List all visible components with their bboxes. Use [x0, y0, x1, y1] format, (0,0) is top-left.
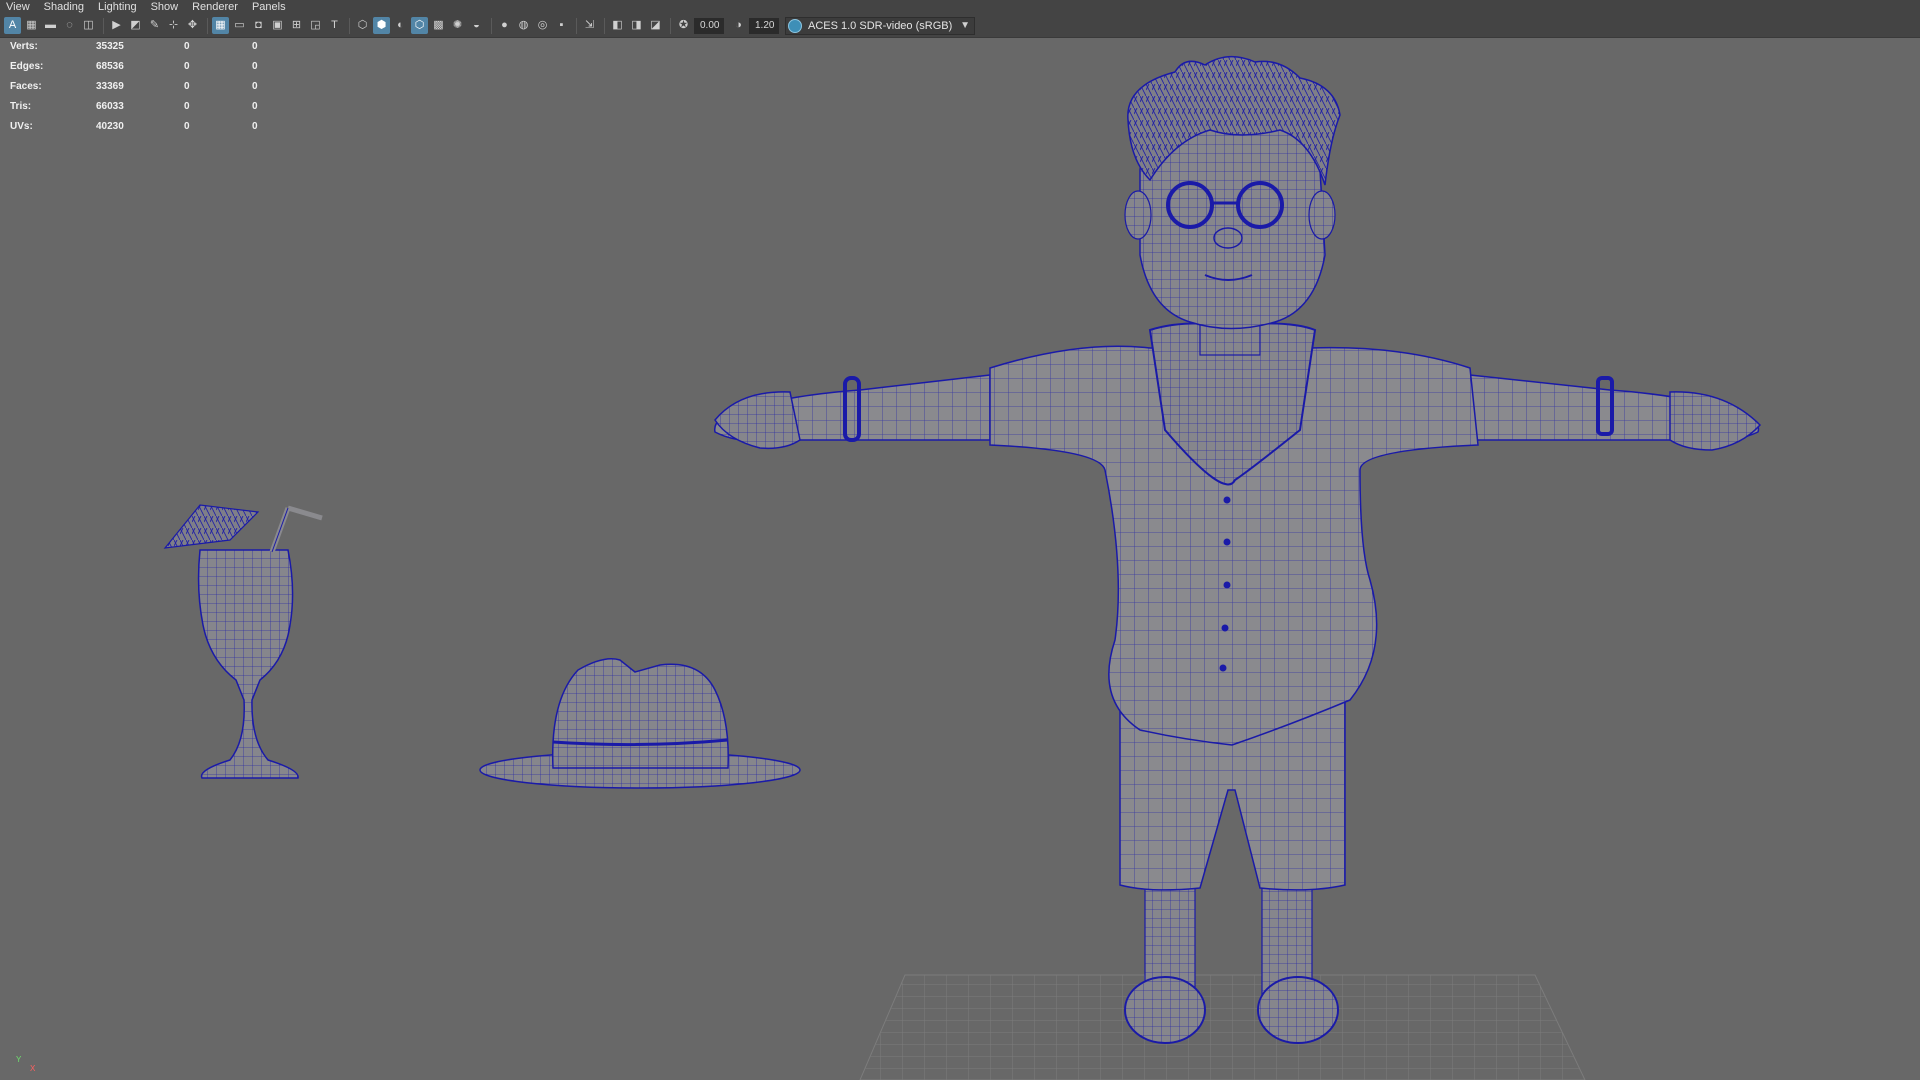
xray-joints-icon[interactable]: ◨ — [628, 17, 645, 34]
wireframe-icon[interactable]: ⬡ — [354, 17, 371, 34]
bookmark-icon[interactable]: ▬ — [42, 17, 59, 34]
xray-components-icon[interactable]: ◪ — [647, 17, 664, 34]
exposure-icon[interactable]: ✪ — [675, 17, 692, 34]
camera-attributes-icon[interactable]: ▦ — [23, 17, 40, 34]
shadows-icon[interactable]: ◒ — [468, 17, 485, 34]
toolbar-divider — [604, 17, 605, 34]
gamma-field[interactable]: 1.20 — [749, 17, 779, 34]
menu-panels[interactable]: Panels — [245, 0, 293, 14]
toolbar-divider — [491, 17, 492, 34]
move-pivot-icon[interactable]: ⊹ — [165, 17, 182, 34]
menu-renderer[interactable]: Renderer — [185, 0, 245, 14]
view-axis-gizmo: Y X — [16, 1055, 35, 1073]
select-camera-icon[interactable]: A — [4, 17, 21, 34]
camera-icon[interactable]: ▶ — [108, 17, 125, 34]
character-mesh[interactable] — [713, 56, 1762, 1044]
image-plane-icon[interactable]: ◌ — [61, 17, 78, 34]
snap-icon[interactable]: ✥ — [184, 17, 201, 34]
toolbar-divider — [103, 17, 104, 34]
screen-space-ao-icon[interactable]: ● — [496, 17, 513, 34]
menu-shading[interactable]: Shading — [37, 0, 91, 14]
chevron-down-icon: ▼ — [960, 20, 970, 31]
field-chart-icon[interactable]: ⊞ — [288, 17, 305, 34]
grease-pencil-icon[interactable]: ✎ — [146, 17, 163, 34]
gate-mask-icon[interactable]: ▣ — [269, 17, 286, 34]
safe-title-icon[interactable]: T — [326, 17, 343, 34]
xray-icon[interactable]: ◧ — [609, 17, 626, 34]
lock-camera-icon[interactable]: ◩ — [127, 17, 144, 34]
color-management-label: ACES 1.0 SDR-video (sRGB) — [808, 19, 953, 32]
menu-lighting[interactable]: Lighting — [91, 0, 144, 14]
panel-toolbar: A ▦ ▬ ◌ ◫ ▶ ◩ ✎ ⊹ ✥ ▦ ▭ ◘ ▣ ⊞ ◲ T ⬡ ⬢ ◐ … — [0, 14, 1920, 38]
axis-x-label: X — [30, 1064, 36, 1073]
toolbar-divider — [207, 17, 208, 34]
two-d-pan-icon[interactable]: ◫ — [80, 17, 97, 34]
gamma-icon[interactable]: ◑ — [730, 17, 747, 34]
textured-icon[interactable]: ▩ — [430, 17, 447, 34]
hat-mesh[interactable] — [479, 658, 801, 789]
cocktail-glass-mesh[interactable] — [163, 504, 323, 779]
toolbar-divider — [670, 17, 671, 34]
toolbar-divider — [349, 17, 350, 34]
safe-action-icon[interactable]: ◲ — [307, 17, 324, 34]
axis-y-label: Y — [16, 1055, 22, 1064]
menu-view[interactable]: View — [0, 0, 37, 14]
resolution-gate-icon[interactable]: ◘ — [250, 17, 267, 34]
smooth-shade-icon[interactable]: ⬢ — [373, 17, 390, 34]
color-management-icon — [788, 18, 802, 33]
viewport-canvas[interactable] — [0, 38, 1920, 1080]
isolate-select-icon[interactable]: ⇲ — [581, 17, 598, 34]
toolbar-divider — [576, 17, 577, 34]
use-all-lights-icon[interactable]: ✺ — [449, 17, 466, 34]
grid-toggle-icon[interactable]: ▦ — [212, 17, 229, 34]
viewport-menubar: View Shading Lighting Show Renderer Pane… — [0, 0, 1920, 14]
ground-grid — [859, 974, 1586, 1080]
film-gate-icon[interactable]: ▭ — [231, 17, 248, 34]
depth-of-field-icon[interactable]: ▪ — [553, 17, 570, 34]
anti-aliasing-icon[interactable]: ◎ — [534, 17, 551, 34]
motion-blur-icon[interactable]: ◍ — [515, 17, 532, 34]
color-management-dropdown[interactable]: ACES 1.0 SDR-video (sRGB) ▼ — [785, 16, 975, 35]
exposure-field[interactable]: 0.00 — [694, 17, 724, 34]
default-material-icon[interactable]: ◐ — [392, 17, 409, 34]
menu-show[interactable]: Show — [144, 0, 186, 14]
wireframe-on-shaded-icon[interactable]: ⬡ — [411, 17, 428, 34]
